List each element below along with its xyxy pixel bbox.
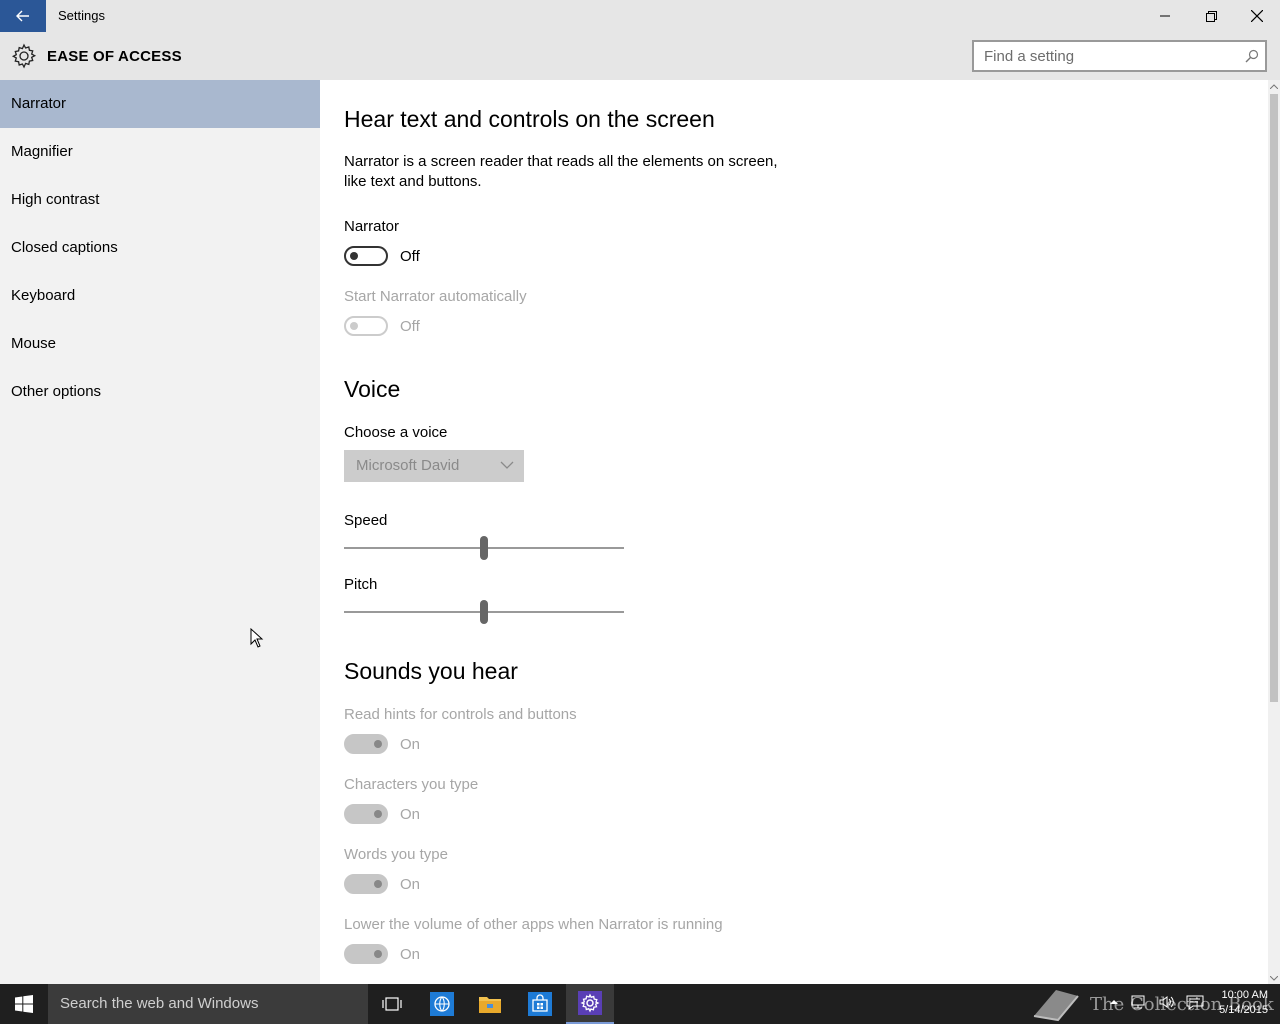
taskbar-search-text: Search the web and Windows [60, 995, 259, 1012]
close-button[interactable] [1234, 0, 1280, 32]
narrator-description: Narrator is a screen reader that reads a… [344, 153, 778, 190]
taskbar-file-explorer-button[interactable] [466, 984, 514, 1024]
folder-icon [479, 997, 501, 1013]
windows-logo-icon [15, 995, 33, 1013]
pitch-slider[interactable] [344, 600, 624, 624]
characters-toggle[interactable] [344, 804, 388, 824]
minimize-button[interactable] [1142, 0, 1188, 32]
characters-label: Characters you type [344, 776, 479, 793]
gear-icon [578, 991, 602, 1015]
scroll-up-button[interactable] [1268, 80, 1280, 92]
start-auto-toggle[interactable] [344, 316, 388, 336]
taskbar-settings-button[interactable] [566, 984, 614, 1024]
sidebar-item-keyboard[interactable]: Keyboard [0, 272, 320, 320]
voice-dropdown[interactable]: Microsoft David [344, 450, 524, 482]
chevron-down-icon [1270, 975, 1278, 981]
clock-time: 10:00 AM [1221, 989, 1268, 1001]
mouse-cursor-icon [250, 628, 264, 648]
lower-volume-label: Lower the volume of other apps when Narr… [344, 916, 723, 933]
section-title: EASE OF ACCESS [47, 48, 182, 65]
words-label: Words you type [344, 846, 448, 863]
toggle-knob [350, 322, 358, 330]
choose-voice-label: Choose a voice [344, 424, 448, 441]
toggle-knob [374, 880, 382, 888]
title-bar: Settings [0, 0, 1280, 32]
action-center-icon[interactable] [1186, 994, 1204, 1010]
sidebar-item-closed-captions[interactable]: Closed captions [0, 224, 320, 272]
scroll-thumb[interactable] [1270, 94, 1278, 702]
narrator-label: Narrator [344, 218, 400, 235]
taskbar-search-box[interactable]: Search the web and Windows [48, 984, 368, 1024]
close-icon [1251, 10, 1263, 22]
restore-button[interactable] [1188, 0, 1234, 32]
narrator-toggle[interactable] [344, 246, 388, 266]
network-icon[interactable] [1130, 994, 1148, 1010]
chevron-up-icon[interactable] [1108, 994, 1120, 1010]
system-tray [1108, 994, 1204, 1010]
book-icon [1033, 990, 1079, 1022]
start-button[interactable] [0, 984, 48, 1024]
sidebar-item-narrator[interactable]: Narrator [0, 80, 320, 128]
gear-icon [11, 43, 37, 69]
task-view-button[interactable] [368, 984, 416, 1024]
lower-volume-state: On [400, 946, 421, 963]
sounds-heading: Sounds you hear [344, 658, 518, 684]
search-box[interactable] [972, 40, 1267, 72]
slider-thumb[interactable] [480, 600, 488, 624]
clock-date: 5/14/2015 [1219, 1004, 1268, 1016]
vertical-scrollbar[interactable] [1268, 80, 1280, 984]
sidebar-item-high-contrast[interactable]: High contrast [0, 176, 320, 224]
taskbar-store-button[interactable] [516, 984, 564, 1024]
words-toggle[interactable] [344, 874, 388, 894]
volume-icon[interactable] [1158, 994, 1176, 1010]
restore-icon [1205, 10, 1217, 22]
globe-icon [430, 992, 454, 1016]
window-title: Settings [58, 8, 105, 23]
toggle-knob [374, 810, 382, 818]
store-bag-icon [528, 992, 552, 1016]
toggle-knob [374, 950, 382, 958]
words-state: On [400, 876, 421, 893]
start-auto-label: Start Narrator automatically [344, 288, 527, 305]
read-hints-state: On [400, 736, 421, 753]
settings-header: EASE OF ACCESS [0, 32, 1280, 80]
start-auto-state: Off [400, 318, 420, 335]
scroll-down-button[interactable] [1268, 972, 1280, 984]
taskbar-clock[interactable]: 10:00 AM 5/14/2015 [1212, 988, 1268, 1018]
search-icon [1245, 49, 1259, 63]
page-heading: Hear text and controls on the screen [344, 106, 715, 132]
toggle-knob [374, 740, 382, 748]
taskbar-edge-button[interactable] [418, 984, 466, 1024]
pitch-label: Pitch [344, 576, 378, 593]
lower-volume-toggle[interactable] [344, 944, 388, 964]
sidebar-item-magnifier[interactable]: Magnifier [0, 128, 320, 176]
sidebar-item-other-options[interactable]: Other options [0, 368, 320, 416]
content-pane: Hear text and controls on the screen Nar… [320, 80, 1268, 984]
read-hints-label: Read hints for controls and buttons [344, 706, 577, 723]
task-view-icon [382, 997, 402, 1011]
narrator-state: Off [400, 248, 420, 265]
characters-state: On [400, 806, 421, 823]
taskbar: Search the web and Windows The Collectio… [0, 984, 1280, 1024]
voice-heading: Voice [344, 376, 401, 402]
minimize-icon [1160, 15, 1170, 17]
toggle-knob [350, 252, 358, 260]
sidebar-item-mouse[interactable]: Mouse [0, 320, 320, 368]
search-input[interactable] [974, 42, 1224, 70]
back-button[interactable] [0, 0, 46, 32]
read-hints-toggle[interactable] [344, 734, 388, 754]
slider-thumb[interactable] [480, 536, 488, 560]
speed-label: Speed [344, 512, 388, 529]
speed-slider[interactable] [344, 536, 624, 560]
chevron-down-icon [500, 461, 514, 469]
sidebar: Narrator Magnifier High contrast Closed … [0, 80, 320, 984]
voice-dropdown-value: Microsoft David [356, 457, 460, 474]
back-arrow-icon [16, 10, 29, 22]
chevron-up-icon [1270, 83, 1278, 89]
